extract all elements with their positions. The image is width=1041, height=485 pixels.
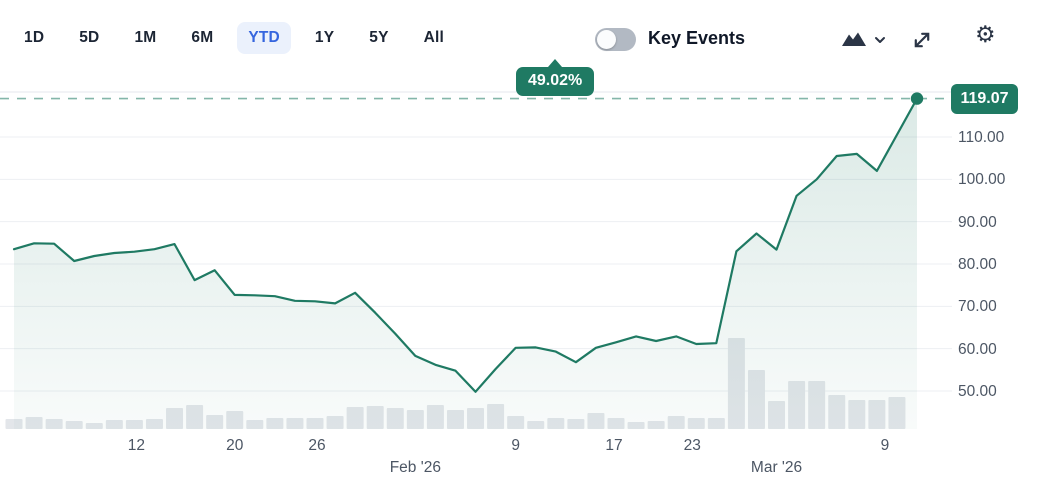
y-axis-label: 100.00 (958, 171, 1028, 189)
x-axis-day-label: 9 (511, 437, 520, 455)
y-axis-label: 60.00 (958, 341, 1028, 359)
x-axis-day-label: 17 (605, 437, 622, 455)
last-price-badge: 119.07 (951, 84, 1018, 114)
x-axis-day-label: 9 (881, 437, 890, 455)
y-axis-label: 90.00 (958, 214, 1028, 232)
change-percent-value: 49.02% (528, 72, 582, 89)
x-axis-day-label: 23 (684, 437, 701, 455)
x-axis-day-label: 26 (308, 437, 325, 455)
x-axis-day-label: 20 (226, 437, 243, 455)
y-axis-label: 50.00 (958, 383, 1028, 401)
y-axis-label: 70.00 (958, 298, 1028, 316)
x-axis-month-label: Mar '26 (751, 459, 802, 477)
last-price-value: 119.07 (960, 90, 1008, 108)
y-axis-label: 80.00 (958, 256, 1028, 274)
x-axis-month-label: Feb '26 (390, 459, 441, 477)
arrow-up-icon (548, 59, 562, 67)
x-axis-day-label: 12 (128, 437, 145, 455)
y-axis-label: 110.00 (958, 129, 1028, 147)
stock-chart-widget: 1D 5D 1M 6M YTD 1Y 5Y All Key Events (0, 0, 1041, 485)
change-percent-badge: 49.02% (516, 67, 594, 96)
last-price-dot (911, 92, 923, 104)
